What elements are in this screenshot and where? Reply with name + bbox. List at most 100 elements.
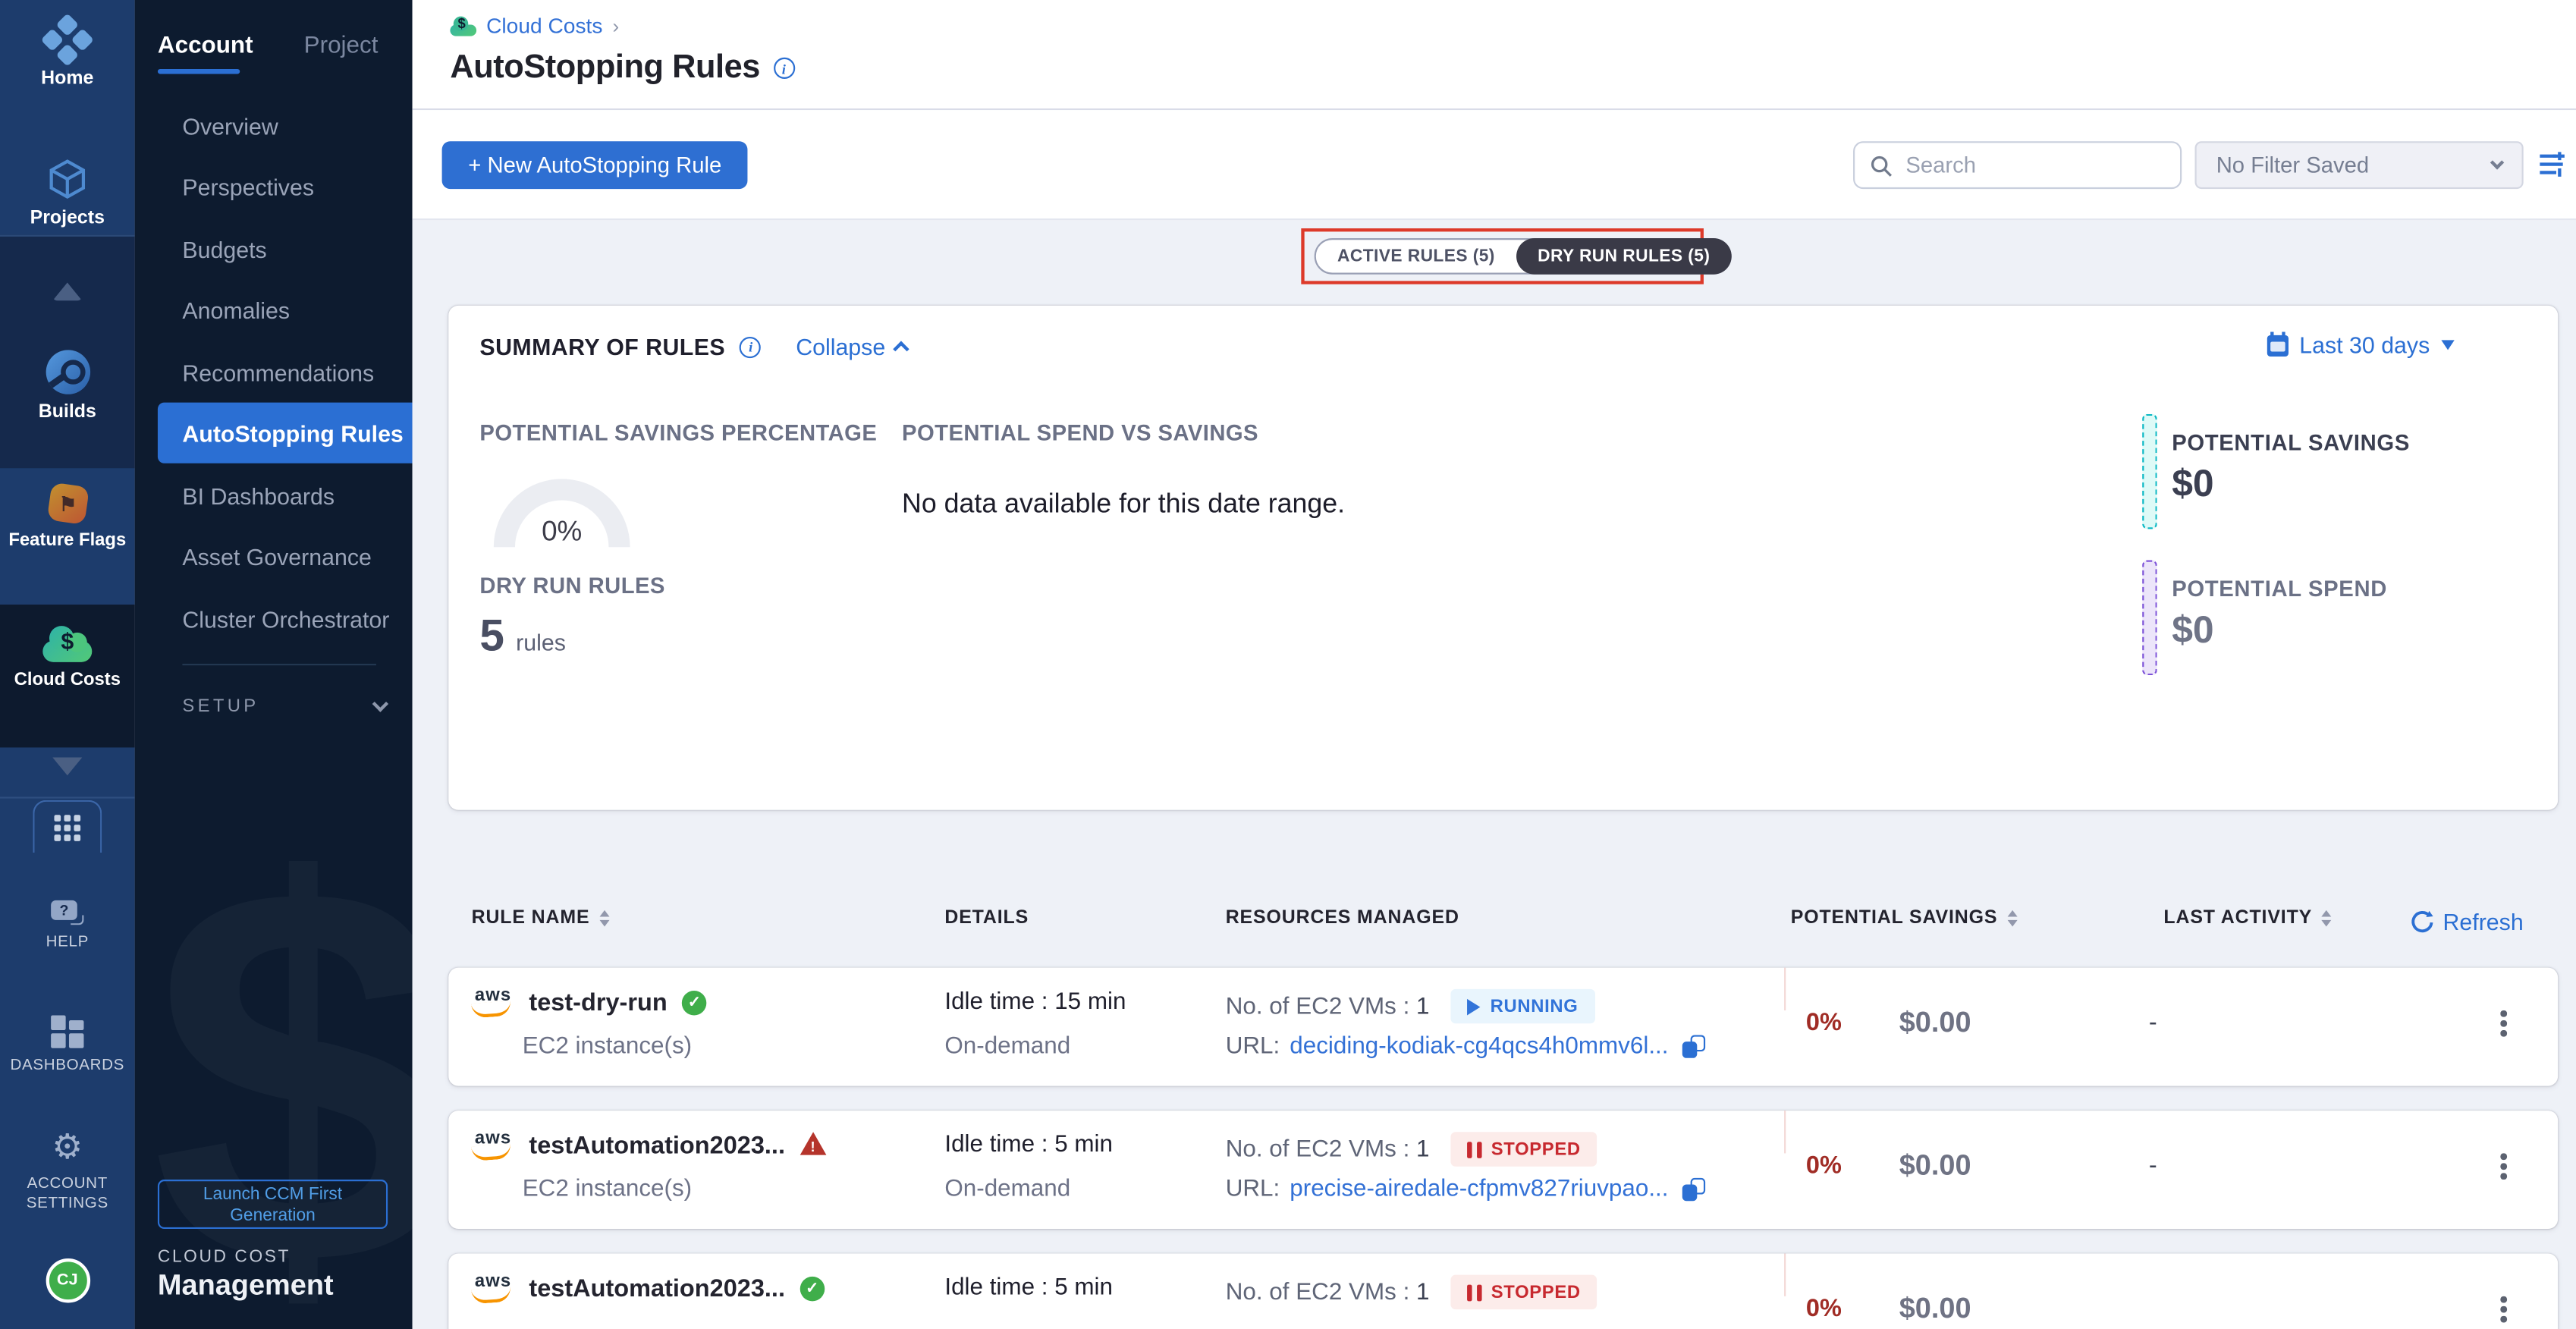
vms-count: 1 <box>1416 993 1429 1020</box>
rule-url-link[interactable]: precise-airedale-cfpmv827riuvpao... <box>1290 1177 1668 1203</box>
filter-settings-icon[interactable] <box>2537 149 2566 179</box>
dry-run-rules-tab[interactable]: DRY RUN RULES (5) <box>1516 238 1732 275</box>
active-rules-tab[interactable]: ACTIVE RULES (5) <box>1316 238 1516 275</box>
url-label: URL: <box>1226 1033 1280 1060</box>
aws-icon: aws <box>472 1132 514 1160</box>
nav-feature-flags[interactable]: ⚑ Feature Flags <box>0 485 135 551</box>
savings-amount: $0.00 <box>1899 1148 1971 1183</box>
sidebar-item-recommendations[interactable]: Recommendations <box>135 341 413 402</box>
nav-projects[interactable]: Projects <box>0 158 135 228</box>
row-menu-button[interactable] <box>2497 1150 2509 1182</box>
nav-cloud-costs-label: Cloud Costs <box>14 671 121 690</box>
tab-account[interactable]: Account <box>158 33 253 59</box>
rail-scroll-up[interactable] <box>0 283 135 301</box>
warning-triangle-icon: ! <box>800 1132 826 1155</box>
instance-type: EC2 instance(s) <box>523 1033 692 1060</box>
spend-vs-savings-label: POTENTIAL SPEND VS SAVINGS <box>902 420 1258 445</box>
savings-amount: $0.00 <box>1899 1291 1971 1325</box>
breadcrumb-cloud-costs-link[interactable]: Cloud Costs <box>486 13 602 37</box>
cloud-costs-mini-icon: $ <box>450 16 476 36</box>
nav-projects-label: Projects <box>30 209 105 228</box>
sidebar-item-asset-governance[interactable]: Asset Governance <box>135 526 413 586</box>
nav-account-settings[interactable]: ⚙ ACCOUNT SETTINGS <box>0 1130 135 1212</box>
sidebar-item-bi-dashboards[interactable]: BI Dashboards <box>135 465 413 526</box>
savings-gauge-value: 0% <box>493 516 631 548</box>
success-check-icon: ✓ <box>800 1277 824 1301</box>
copy-icon[interactable] <box>1682 1035 1704 1057</box>
help-chat-icon: ? <box>51 900 83 925</box>
savings-pct-line <box>1784 968 1786 1010</box>
play-icon <box>1467 998 1480 1015</box>
savings-percentage: 0% <box>1743 1151 1842 1180</box>
primary-nav-rail: Home Projects Builds ⚑ Feature Flags $ C… <box>0 0 135 1329</box>
avatar[interactable]: CJ <box>46 1258 90 1302</box>
search-input[interactable] <box>1902 151 2149 179</box>
potential-savings-bar <box>2142 414 2157 529</box>
status-chip-running: RUNNING <box>1451 989 1594 1023</box>
module-browser-button[interactable] <box>33 800 102 853</box>
nav-dashboards[interactable]: DASHBOARDS <box>0 1015 135 1075</box>
vms-label: No. of EC2 VMs <box>1226 993 1396 1020</box>
sort-icon[interactable] <box>2322 910 2332 927</box>
sidebar-item-budgets[interactable]: Budgets <box>135 218 413 279</box>
date-range-dropdown[interactable]: Last 30 days <box>2267 331 2455 358</box>
nav-feature-flags-label: Feature Flags <box>8 531 126 551</box>
module-grid-icon <box>54 814 80 840</box>
summary-of-rules-card: SUMMARY OF RULES i Collapse Last 30 days… <box>448 306 2558 810</box>
savings-pct-label: POTENTIAL SAVINGS PERCENTAGE <box>479 420 877 445</box>
page-header: $ Cloud Costs › AutoStopping Rules i <box>413 0 2576 110</box>
sidebar-item-cluster-orchestrator[interactable]: Cluster Orchestrator <box>135 588 413 649</box>
feature-flags-icon: ⚑ <box>46 482 89 525</box>
caret-down-icon <box>2441 340 2454 350</box>
sidebar-item-overview[interactable]: Overview <box>135 96 413 156</box>
rule-name[interactable]: test-dry-run <box>529 989 667 1017</box>
search-box <box>1853 141 2182 189</box>
savings-pct-line <box>1784 1254 1786 1296</box>
saved-filter-dropdown[interactable]: No Filter Saved <box>2195 141 2524 189</box>
sidebar-item-perspectives[interactable]: Perspectives <box>135 156 413 217</box>
tab-project[interactable]: Project <box>304 33 379 59</box>
nav-builds[interactable]: Builds <box>0 350 135 422</box>
pause-icon <box>1467 1284 1481 1301</box>
new-autostopping-rule-button[interactable]: + New AutoStopping Rule <box>442 141 748 189</box>
dry-run-count: 5 <box>479 611 504 662</box>
sidebar-item-anomalies[interactable]: Anomalies <box>135 279 413 340</box>
potential-spend-value: $0 <box>2172 608 2213 652</box>
instance-type: EC2 instance(s) <box>523 1177 692 1203</box>
breadcrumb-separator: › <box>612 14 619 36</box>
gear-icon: ⚙ <box>52 1130 83 1167</box>
info-icon[interactable]: i <box>740 336 762 357</box>
aws-icon: aws <box>472 1275 514 1303</box>
sort-icon[interactable] <box>599 910 609 927</box>
sidebar-item-autostopping-rules[interactable]: AutoStopping Rules <box>158 403 413 463</box>
collapse-toggle[interactable]: Collapse <box>796 334 906 360</box>
row-menu-button[interactable] <box>2497 1007 2509 1039</box>
last-activity: - <box>2149 1009 2157 1037</box>
rules-view-toggle: ACTIVE RULES (5) DRY RUN RULES (5) <box>1315 238 1732 275</box>
rule-url-link[interactable]: deciding-kodiak-cg4qcs4h0mmv6l... <box>1290 1033 1668 1060</box>
url-label: URL: <box>1226 1177 1280 1203</box>
sidebar-setup-toggle[interactable]: SETUP <box>182 696 386 716</box>
nav-home-label: Home <box>41 69 93 89</box>
builds-icon <box>46 350 90 394</box>
summary-title: SUMMARY OF RULES <box>479 334 725 360</box>
potential-spend-label: POTENTIAL SPEND <box>2172 577 2387 601</box>
rail-scroll-down[interactable] <box>0 757 135 775</box>
home-icon <box>39 13 96 69</box>
search-icon <box>1870 154 1893 177</box>
launch-ccm-first-gen-button[interactable]: Launch CCM First Generation <box>158 1180 388 1229</box>
info-icon[interactable]: i <box>773 58 794 79</box>
idle-time: Idle time : 5 min <box>944 1132 1113 1158</box>
rule-name[interactable]: testAutomation2023... <box>529 1132 785 1160</box>
refresh-button[interactable]: Refresh <box>2408 909 2524 935</box>
nav-cloud-costs[interactable]: $ Cloud Costs <box>0 626 135 690</box>
nav-help[interactable]: ? HELP <box>0 900 135 952</box>
user-menu[interactable]: CJ <box>0 1258 135 1302</box>
copy-icon[interactable] <box>1682 1178 1704 1201</box>
row-menu-button[interactable] <box>2497 1293 2509 1325</box>
sort-icon[interactable] <box>2007 910 2017 927</box>
rule-name[interactable]: testAutomation2023... <box>529 1275 785 1303</box>
table-row: aws test-dry-run ✓ EC2 instance(s) Idle … <box>448 968 2558 1086</box>
brand-management: Management <box>158 1268 334 1302</box>
nav-home[interactable]: Home <box>0 21 135 89</box>
